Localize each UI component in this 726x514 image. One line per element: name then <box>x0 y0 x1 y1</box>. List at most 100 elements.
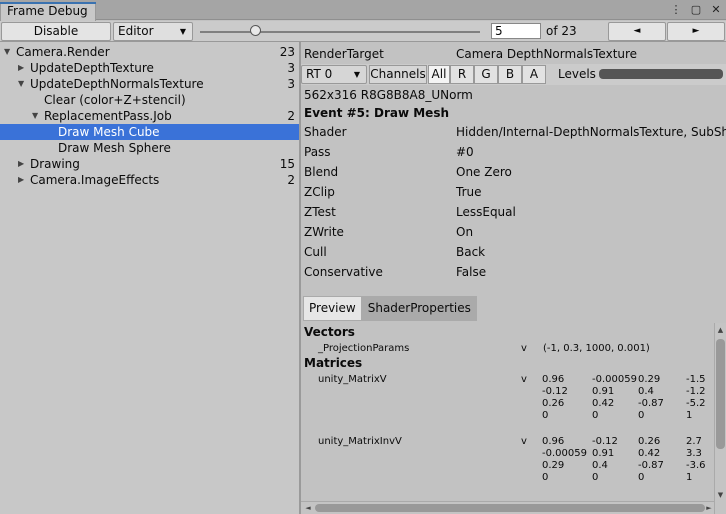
vectors-header: Vectors <box>304 325 355 339</box>
tree-row-label: UpdateDepthNormalsTexture <box>30 77 204 91</box>
caret-down-icon[interactable]: ▼ <box>32 108 38 124</box>
matrix-cell: 0 <box>638 472 645 483</box>
event-slider-track[interactable] <box>200 31 480 33</box>
field-label: Blend <box>304 165 339 179</box>
field-value: #0 <box>456 145 474 159</box>
matrix-cell: 0 <box>592 472 599 483</box>
next-event-button[interactable]: ► <box>667 22 725 41</box>
detail-subtabs: Preview ShaderProperties <box>303 296 477 321</box>
tree-row-count: 3 <box>287 77 295 91</box>
property-value: (-1, 0.3, 1000, 0.001) <box>543 343 650 354</box>
caret-right-icon[interactable]: ▶ <box>18 60 24 76</box>
matrices-header: Matrices <box>304 356 363 370</box>
vertical-scrollbar[interactable]: ▲ ▼ <box>714 323 726 514</box>
levels-label: Levels <box>558 67 596 81</box>
field-value: Hidden/Internal-DepthNormalsTexture, Sub… <box>456 125 726 139</box>
render-target-value: Camera DepthNormalsTexture <box>456 47 638 61</box>
tree-row-label: Camera.ImageEffects <box>30 173 160 187</box>
property-name: _ProjectionParams <box>318 343 410 354</box>
channel-button-b[interactable]: B <box>498 65 522 84</box>
field-label: ZWrite <box>304 225 344 239</box>
caret-right-icon[interactable]: ▶ <box>18 156 24 172</box>
caret-down-icon[interactable]: ▼ <box>4 44 10 60</box>
prev-event-button[interactable]: ◄ <box>608 22 666 41</box>
tree-row-label: Draw Mesh Sphere <box>58 141 171 155</box>
scroll-left-icon[interactable]: ◄ <box>303 502 313 514</box>
menu-dots-icon[interactable]: ⋮ <box>670 3 682 16</box>
texture-format: 562x316 R8G8B8A8_UNorm <box>304 88 473 102</box>
tree-row[interactable]: ▼ UpdateDepthNormalsTexture 3 <box>0 76 299 92</box>
matrix-cell: 1 <box>686 410 693 421</box>
tree-row[interactable]: ▶ Drawing 15 <box>0 156 299 172</box>
tree-row-label: ReplacementPass.Job <box>44 109 172 123</box>
tree-row[interactable]: ▶ UpdateDepthTexture 3 <box>0 60 299 76</box>
tree-row-count: 23 <box>279 45 295 59</box>
tree-row[interactable]: Draw Mesh Cube <box>0 124 299 140</box>
matrix-cell: 0 <box>542 410 549 421</box>
field-label: ZClip <box>304 185 335 199</box>
matrix-cell: 1 <box>686 472 693 483</box>
tree-row-count: 2 <box>287 109 295 123</box>
event-details: RenderTarget Camera DepthNormalsTexture … <box>301 42 726 514</box>
channel-button-a[interactable]: A <box>522 65 546 84</box>
channel-button-all[interactable]: All <box>428 65 450 84</box>
scroll-up-icon[interactable]: ▲ <box>715 325 726 335</box>
event-index-input[interactable]: 5 <box>491 23 541 39</box>
property-name: unity_MatrixInvV <box>318 436 402 447</box>
scroll-down-icon[interactable]: ▼ <box>715 490 726 500</box>
close-icon[interactable]: ✕ <box>710 3 722 16</box>
tree-row-label: UpdateDepthTexture <box>30 61 154 75</box>
event-title: Event #5: Draw Mesh <box>304 106 450 120</box>
event-tree: ▼ Camera.Render 23 ▶ UpdateDepthTexture 3 ▼ Upd… <box>0 42 299 514</box>
horizontal-scroll-thumb[interactable] <box>315 504 705 512</box>
event-slider-handle[interactable] <box>250 25 261 36</box>
field-value: False <box>456 265 487 279</box>
matrix-cell: 0 <box>638 410 645 421</box>
channel-button-r[interactable]: R <box>450 65 474 84</box>
target-dropdown[interactable]: Editor ▼ <box>113 22 193 41</box>
field-value: Back <box>456 245 486 259</box>
tree-row[interactable]: ▶ Camera.ImageEffects 2 <box>0 172 299 188</box>
tree-row-count: 15 <box>279 157 295 171</box>
tab-frame-debug[interactable]: Frame Debug <box>0 2 96 21</box>
tree-row-label: Camera.Render <box>16 45 110 59</box>
channels-label: Channels <box>369 65 427 84</box>
frame-debug-toolbar: Disable Editor ▼ 5 of 23 ◄ ► <box>0 21 726 42</box>
tree-row-count: 2 <box>287 173 295 187</box>
scroll-right-icon[interactable]: ► <box>704 502 714 514</box>
vertical-scroll-thumb[interactable] <box>716 339 725 449</box>
property-name: unity_MatrixV <box>318 374 387 385</box>
tree-row[interactable]: Clear (color+Z+stencil) <box>0 92 299 108</box>
field-value: On <box>456 225 474 239</box>
target-dropdown-label: Editor <box>118 24 154 38</box>
maximize-icon[interactable]: ▢ <box>690 3 702 16</box>
chevron-down-icon: ▼ <box>353 70 360 79</box>
rt-dropdown-label: RT 0 <box>306 67 333 81</box>
tree-row[interactable]: ▼ Camera.Render 23 <box>0 44 299 60</box>
render-target-label: RenderTarget <box>304 47 384 61</box>
caret-right-icon[interactable]: ▶ <box>18 172 24 188</box>
rt-dropdown[interactable]: RT 0 ▼ <box>301 65 367 84</box>
tree-row[interactable]: ▼ ReplacementPass.Job 2 <box>0 108 299 124</box>
tree-row-label: Drawing <box>30 157 80 171</box>
field-label: Shader <box>304 125 347 139</box>
tree-row[interactable]: Draw Mesh Sphere <box>0 140 299 156</box>
field-value: True <box>456 185 482 199</box>
window-controls: ⋮ ▢ ✕ <box>670 3 722 16</box>
property-type: v <box>521 374 527 385</box>
caret-down-icon[interactable]: ▼ <box>18 76 24 92</box>
matrix-cell: 0 <box>592 410 599 421</box>
horizontal-scrollbar[interactable]: ◄ ► <box>301 501 714 514</box>
field-value: LessEqual <box>456 205 516 219</box>
field-value: One Zero <box>456 165 512 179</box>
tab-preview[interactable]: Preview <box>303 296 362 321</box>
tab-shader-properties[interactable]: ShaderProperties <box>361 296 477 321</box>
disable-button[interactable]: Disable <box>1 22 111 41</box>
tree-row-count: 3 <box>287 61 295 75</box>
tree-row-label: Draw Mesh Cube <box>58 125 160 139</box>
property-type: v <box>521 436 527 447</box>
levels-slider[interactable] <box>599 69 723 79</box>
event-total-label: of 23 <box>546 24 577 38</box>
channel-button-g[interactable]: G <box>474 65 498 84</box>
tree-row-label: Clear (color+Z+stencil) <box>44 93 186 107</box>
